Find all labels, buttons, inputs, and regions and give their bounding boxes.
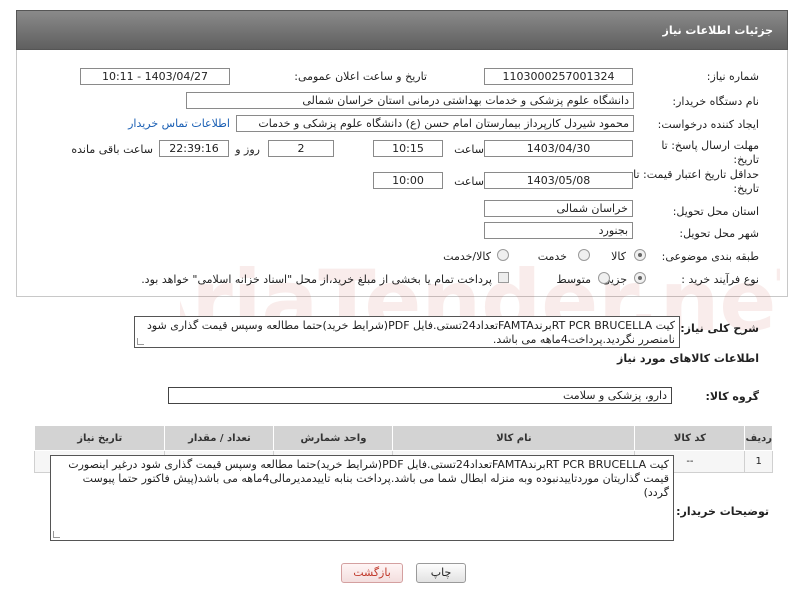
deadline-time-label: ساعت	[454, 143, 484, 156]
validity-label: حداقل تاریخ اعتبار قیمت: تا	[633, 168, 759, 181]
announce-label: تاریخ و ساعت اعلان عمومی:	[294, 70, 427, 83]
col-qty: تعداد / مقدار	[164, 425, 275, 451]
cell-row: 1	[744, 450, 773, 473]
days-label: روز و	[235, 143, 260, 156]
remaining-time-label: ساعت باقی مانده	[71, 143, 153, 156]
category-radio-goods[interactable]	[634, 249, 646, 261]
resize-handle-icon[interactable]	[53, 531, 60, 538]
contact-info-link[interactable]: اطلاعات تماس خریدار	[128, 117, 230, 130]
validity-time-field[interactable]: 10:00	[373, 172, 443, 189]
process-type-label: نوع فرآیند خرید :	[681, 273, 759, 286]
deadline-date-field[interactable]: 1403/04/30	[484, 140, 633, 157]
announce-field[interactable]: 1403/04/27 - 10:11	[80, 68, 230, 85]
description-text: کیت RT PCR BRUCELLAبرندFAMTAتعداد24تستی.…	[146, 319, 675, 346]
resize-handle-icon[interactable]	[137, 338, 144, 345]
city-label: شهر محل تحویل:	[679, 227, 759, 240]
payment-treasury-checkbox[interactable]	[498, 272, 509, 283]
page-title: جزئیات اطلاعات نیاز	[16, 10, 788, 50]
description-label: شرح کلی نیاز:	[680, 322, 759, 335]
validity-time-label: ساعت	[454, 175, 484, 188]
deadline-label: مهلت ارسال پاسخ: تا	[661, 139, 759, 152]
process-radio-minor[interactable]	[634, 272, 646, 284]
buyer-label: نام دستگاه خریدار:	[672, 95, 759, 108]
creator-field[interactable]: محمود شیردل کارپرداز بیمارستان امام حسن …	[236, 115, 634, 132]
buyer-notes-textarea[interactable]: کیت RT PCR BRUCELLAبرندFAMTAتعداد24تستی.…	[50, 455, 674, 541]
goods-group-label: گروه کالا:	[705, 390, 759, 403]
category-radio-service[interactable]	[578, 249, 590, 261]
buyer-notes-label: توضیحات خریدار:	[676, 505, 769, 518]
col-code: کد کالا	[634, 425, 746, 451]
deadline-time-field[interactable]: 10:15	[373, 140, 443, 157]
validity-label-date: تاریخ:	[733, 182, 759, 195]
category-option-both: کالا/خدمت	[443, 250, 491, 263]
province-label: استان محل تحویل:	[672, 205, 759, 218]
goods-group-field[interactable]: دارو، پزشکی و سلامت	[168, 387, 672, 404]
buyer-field[interactable]: دانشگاه علوم پزشکی و خدمات بهداشتی درمان…	[186, 92, 634, 109]
creator-label: ایجاد کننده درخواست:	[657, 118, 759, 131]
payment-note: پرداخت تمام یا بخشی از مبلغ خرید،از محل …	[141, 273, 492, 286]
col-date: تاریخ نیاز	[33, 425, 166, 451]
need-number-field[interactable]: 1103000257001324	[484, 68, 633, 85]
col-unit: واحد شمارش	[273, 425, 394, 451]
category-option-goods: کالا	[611, 250, 626, 263]
deadline-label-date: تاریخ:	[733, 153, 759, 166]
col-row: ردیف	[744, 425, 773, 451]
col-name: نام کالا	[392, 425, 636, 451]
goods-section-title: اطلاعات کالاهای مورد نیاز	[617, 352, 759, 365]
province-field[interactable]: خراسان شمالی	[484, 200, 633, 217]
process-radio-medium[interactable]	[598, 272, 610, 284]
validity-date-field[interactable]: 1403/05/08	[484, 172, 633, 189]
buyer-notes-text: کیت RT PCR BRUCELLAبرندFAMTAتعداد24تستی.…	[68, 458, 669, 499]
description-textarea[interactable]: کیت RT PCR BRUCELLAبرندFAMTAتعداد24تستی.…	[134, 316, 680, 348]
remaining-time-field[interactable]: 22:39:16	[159, 140, 229, 157]
process-option-medium: متوسط	[556, 273, 591, 286]
back-button[interactable]: بازگشت	[341, 563, 403, 583]
days-remaining-field[interactable]: 2	[268, 140, 334, 157]
category-option-service: خدمت	[537, 250, 567, 263]
category-radio-both[interactable]	[497, 249, 509, 261]
print-button[interactable]: چاپ	[416, 563, 466, 583]
city-field[interactable]: بجنورد	[484, 222, 633, 239]
goods-table-header: ردیف کد کالا نام کالا واحد شمارش تعداد /…	[33, 425, 773, 451]
category-label: طبقه بندی موضوعی:	[661, 250, 759, 263]
need-number-label: شماره نیاز:	[706, 70, 759, 83]
